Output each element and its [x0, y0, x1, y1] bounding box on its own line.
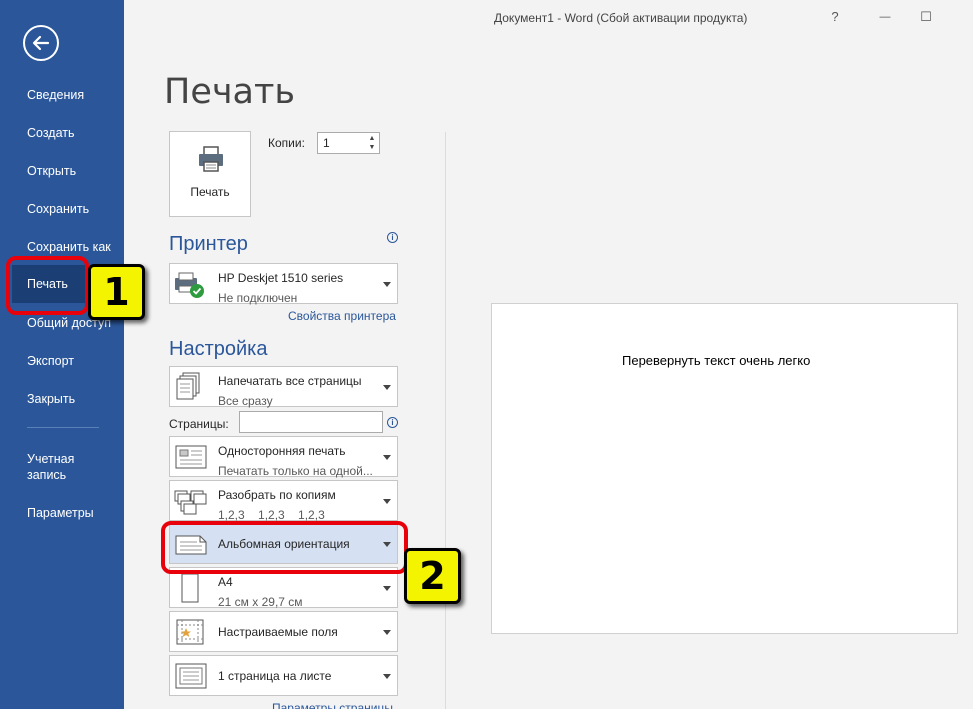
collate-icon — [174, 490, 207, 514]
collate-title: Разобрать по копиям — [218, 488, 336, 502]
sidebar-item-account[interactable]: Учетная запись — [0, 448, 124, 488]
printer-dropdown[interactable]: HP Deskjet 1510 series Не подключен — [169, 263, 398, 305]
chevron-down-icon — [383, 281, 391, 287]
settings-section-title: Настройка — [169, 338, 268, 360]
pages-per-sheet-dropdown[interactable]: 1 страница на листе — [169, 655, 398, 696]
printer-status-icon — [175, 272, 204, 298]
back-button[interactable] — [23, 25, 59, 61]
paper-size-icon — [181, 573, 199, 602]
copies-value[interactable]: 1 — [323, 136, 330, 150]
page-setup-link[interactable]: Параметры страницы — [272, 701, 393, 709]
pages-icon — [176, 372, 200, 399]
duplex-subtitle: Печатать только на одной... — [218, 464, 373, 478]
one-sided-icon — [175, 445, 207, 468]
collate-dropdown[interactable]: Разобрать по копиям 1,2,3 1,2,3 1,2,3 — [169, 480, 398, 522]
account-label-line2: запись — [27, 468, 67, 482]
margins-dropdown[interactable]: Настраиваемые поля — [169, 611, 398, 652]
sidebar-divider — [27, 427, 99, 428]
panel-divider — [445, 132, 446, 709]
minimize-button[interactable]: — — [871, 5, 899, 29]
print-preview-page: Перевернуть текст очень легко — [491, 303, 958, 634]
account-label-line1: Учетная — [27, 452, 75, 466]
printer-properties-link[interactable]: Свойства принтера — [288, 309, 396, 323]
sidebar-item-save[interactable]: Сохранить — [0, 190, 124, 228]
collate-subtitle: 1,2,3 1,2,3 1,2,3 — [218, 508, 325, 522]
title-bar: Документ1 - Word (Сбой активации продукт… — [124, 0, 973, 36]
annotation-ring-2 — [161, 521, 408, 574]
sidebar-item-info[interactable]: Сведения — [0, 76, 124, 114]
sidebar-item-export[interactable]: Экспорт — [0, 342, 124, 380]
pages-per-sheet-icon — [175, 663, 207, 688]
restore-button[interactable]: ☐ — [912, 5, 940, 29]
sidebar-item-options[interactable]: Параметры — [0, 494, 124, 532]
duplex-dropdown[interactable]: Односторонняя печать Печатать только на … — [169, 436, 398, 478]
printer-info-icon[interactable]: i — [387, 232, 398, 243]
preview-text: Перевернуть текст очень легко — [622, 353, 811, 368]
chevron-down-icon — [383, 673, 391, 679]
printer-section-title: Принтер — [169, 233, 248, 255]
backstage-sidebar: Сведения Создать Открыть Сохранить Сохра… — [0, 0, 124, 709]
pages-info-icon[interactable]: i — [387, 417, 398, 428]
copies-down-icon[interactable]: ▼ — [367, 143, 377, 152]
annotation-ring-1 — [6, 256, 89, 315]
chevron-down-icon — [383, 384, 391, 390]
chevron-down-icon — [383, 585, 391, 591]
annotation-badge-2: 2 — [404, 548, 461, 604]
page-title: Печать — [164, 72, 295, 112]
paper-size-subtitle: 21 см x 29,7 см — [218, 595, 303, 609]
duplex-title: Односторонняя печать — [218, 444, 346, 458]
print-range-dropdown[interactable]: Напечатать все страницы Все сразу — [169, 366, 398, 408]
chevron-down-icon — [383, 629, 391, 635]
chevron-down-icon — [383, 454, 391, 460]
printer-name: HP Deskjet 1510 series — [218, 271, 344, 285]
print-button-label: Печать — [190, 185, 230, 199]
copies-spinner[interactable]: 1 ▲ ▼ — [317, 132, 380, 154]
print-panel: Печать Печать Копии: 1 ▲ ▼ Принтер i HP … — [124, 36, 973, 709]
help-button[interactable]: ? — [821, 5, 849, 29]
paper-size-title: А4 — [218, 575, 233, 589]
printer-status: Не подключен — [218, 291, 298, 305]
sidebar-item-close[interactable]: Закрыть — [0, 380, 124, 418]
sidebar-item-open[interactable]: Открыть — [0, 152, 124, 190]
sidebar-item-new[interactable]: Создать — [0, 114, 124, 152]
print-button[interactable]: Печать — [169, 131, 251, 217]
print-range-title: Напечатать все страницы — [218, 374, 362, 388]
pages-per-sheet-title: 1 страница на листе — [218, 668, 332, 683]
margins-icon — [176, 619, 204, 644]
copies-label: Копии: — [268, 136, 305, 150]
window-title: Документ1 - Word (Сбой активации продукт… — [494, 11, 748, 25]
pages-input[interactable] — [239, 411, 383, 433]
copies-up-icon[interactable]: ▲ — [367, 134, 377, 143]
back-arrow-icon — [32, 35, 50, 51]
print-range-subtitle: Все сразу — [218, 394, 273, 408]
printer-icon — [199, 146, 223, 172]
margins-title: Настраиваемые поля — [218, 624, 338, 639]
chevron-down-icon — [383, 498, 391, 504]
pages-label: Страницы: — [169, 417, 229, 431]
annotation-badge-1: 1 — [88, 264, 145, 320]
